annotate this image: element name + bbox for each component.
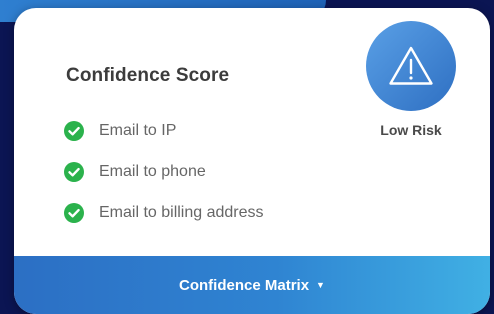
card-title: Confidence Score <box>66 65 230 86</box>
check-item-email-to-phone: Email to phone <box>64 161 264 183</box>
check-circle-icon <box>64 203 84 223</box>
check-label: Email to phone <box>99 163 206 180</box>
risk-badge <box>366 21 456 111</box>
check-label: Email to IP <box>99 122 177 139</box>
check-item-email-to-ip: Email to IP <box>64 120 264 142</box>
warning-triangle-icon <box>389 46 433 85</box>
confidence-card: Confidence Score Email to IP Email to ph… <box>14 8 490 314</box>
check-label: Email to billing address <box>99 204 264 221</box>
check-list: Email to IP Email to phone Email to bill… <box>64 120 264 243</box>
footer-label: Confidence Matrix <box>179 276 310 294</box>
check-circle-icon <box>64 162 84 182</box>
confidence-matrix-button[interactable]: Confidence Matrix ▼ <box>14 256 490 314</box>
check-circle-icon <box>64 121 84 141</box>
caret-down-icon: ▼ <box>316 280 325 290</box>
risk-label: Low Risk <box>380 122 442 138</box>
check-item-email-to-billing-address: Email to billing address <box>64 202 264 224</box>
